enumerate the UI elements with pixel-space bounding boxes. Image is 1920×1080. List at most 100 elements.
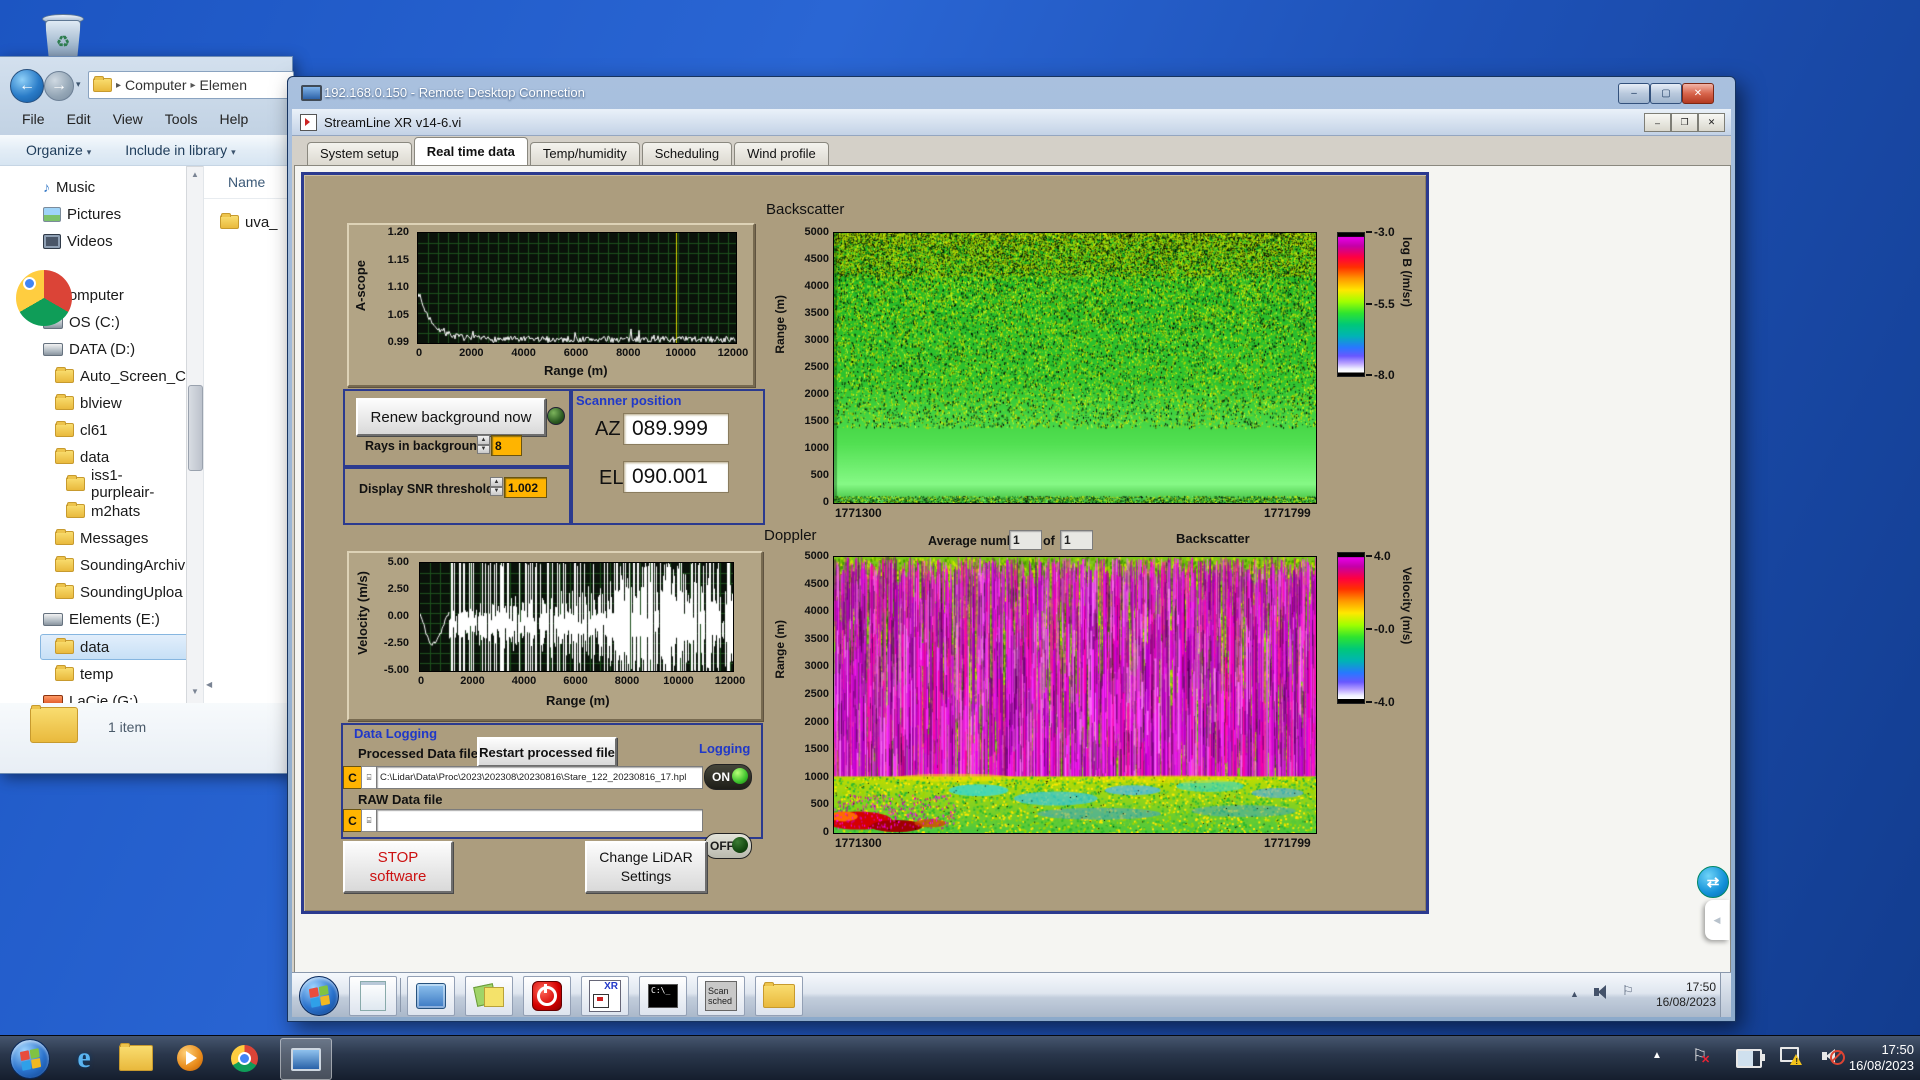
history-dropdown-icon[interactable]: ▾ (76, 79, 81, 90)
doppler-heatmap-canvas[interactable] (833, 556, 1317, 834)
taskbar-scan-sched-button[interactable]: Scan sched (697, 976, 745, 1016)
tree-item-videos[interactable]: Videos (43, 229, 113, 253)
rays-value[interactable]: 8 (491, 435, 522, 456)
raw-path-field[interactable] (376, 809, 703, 832)
snr-value[interactable]: 1.002 (504, 477, 547, 498)
browse-icon[interactable]: ⌸ (361, 766, 377, 789)
tree-item-data-d[interactable]: DATA (D:) (43, 337, 135, 361)
remote-start-button[interactable] (299, 976, 339, 1016)
breadcrumb-elements[interactable]: Elemen (200, 77, 247, 93)
taskbar-wmp-button[interactable] (170, 1038, 210, 1078)
taskbar-shutdown-button[interactable] (523, 976, 571, 1016)
breadcrumb[interactable]: ▸ Computer ▸ Elemen (88, 71, 294, 99)
tree-item-data-selected[interactable]: data (40, 634, 186, 660)
taskbar-notepad-button[interactable] (349, 976, 397, 1016)
az-value[interactable]: 089.999 (623, 413, 729, 445)
action-center-flag-icon[interactable]: ⚐ ✕ (1692, 1046, 1712, 1066)
tree-item-elements-e[interactable]: Elements (E:) (43, 607, 160, 631)
teamviewer-panel[interactable]: ⇄ ◀ (1697, 866, 1729, 940)
taskbar-labview-xr-button[interactable]: XR (581, 976, 629, 1016)
teamviewer-icon[interactable]: ⇄ (1697, 866, 1729, 898)
tray-expand-icon[interactable]: ▲ (1652, 1050, 1662, 1061)
file-item-uva[interactable]: uva_ (220, 210, 278, 234)
tree-item-soundingupload[interactable]: SoundingUploa (55, 580, 183, 604)
tab-system-setup[interactable]: System setup (307, 142, 412, 165)
tree-item-auto-screen[interactable]: Auto_Screen_Ca (55, 364, 186, 388)
processed-path-field[interactable]: C:\Lidar\Data\Proc\2023\202308\20230816\… (376, 766, 703, 789)
taskbar-chrome-button[interactable] (224, 1038, 264, 1078)
vi-restore-button[interactable]: ❐ (1671, 113, 1698, 132)
tree-item-cl61[interactable]: cl61 (55, 418, 108, 442)
tree-item-lacie-g[interactable]: LaCie (G:) (43, 689, 138, 703)
scroll-up-icon[interactable]: ▲ (191, 170, 199, 179)
action-center-flag-icon[interactable]: ⚐ (1622, 983, 1634, 999)
average-of-value[interactable]: 1 (1060, 530, 1093, 550)
tree-item-iss1-purpleair[interactable]: iss1-purpleair- (66, 467, 186, 501)
vi-title-bar[interactable]: StreamLine XR v14-6.vi – ❐ ✕ (292, 109, 1731, 136)
vi-close-button[interactable]: ✕ (1698, 113, 1725, 132)
back-button[interactable]: ← (10, 69, 44, 103)
browse-icon[interactable]: ⌸ (361, 809, 377, 832)
velocity-plot-canvas[interactable] (419, 562, 734, 672)
rdp-close-button[interactable]: ✕ (1682, 83, 1714, 104)
organize-button[interactable]: Organize ▾ (26, 142, 91, 158)
show-desktop-button[interactable] (1720, 973, 1731, 1017)
restart-processed-button[interactable]: Restart processed file (477, 737, 617, 767)
remote-clock[interactable]: 17:50 16/08/2023 (1644, 980, 1716, 1010)
scroll-down-icon[interactable]: ▼ (191, 687, 199, 696)
scrollbar-thumb[interactable] (188, 385, 203, 471)
volume-icon[interactable] (1594, 985, 1608, 999)
tree-item-data[interactable]: data (55, 445, 109, 469)
taskbar-system-button[interactable] (407, 976, 455, 1016)
breadcrumb-computer[interactable]: Computer (125, 77, 186, 93)
rdp-maximize-button[interactable]: ▢ (1650, 83, 1682, 104)
tree-item-m2hats[interactable]: m2hats (66, 499, 140, 523)
backscatter-heatmap-canvas[interactable] (833, 232, 1317, 504)
taskbar-sticky-notes-button[interactable] (465, 976, 513, 1016)
rays-spinner[interactable]: ▲ ▼ (477, 435, 490, 454)
tab-real-time-data[interactable]: Real time data (413, 137, 528, 165)
rdp-minimize-button[interactable]: – (1618, 83, 1650, 104)
drive-letter-box[interactable]: C (343, 809, 362, 832)
tree-item-blview[interactable]: blview (55, 391, 122, 415)
include-in-library-button[interactable]: Include in library ▾ (125, 142, 235, 158)
el-value[interactable]: 090.001 (623, 461, 729, 493)
tree-item-soundingarchive[interactable]: SoundingArchiv (55, 553, 185, 577)
change-lidar-settings-button[interactable]: Change LiDAR Settings (585, 841, 707, 893)
stop-software-button[interactable]: STOP software (343, 841, 453, 893)
processed-logging-toggle[interactable]: ON (704, 764, 752, 790)
rdp-title-bar[interactable]: 192.168.0.150 - Remote Desktop Connectio… (288, 77, 1735, 109)
tab-wind-profile[interactable]: Wind profile (734, 142, 829, 165)
menu-tools[interactable]: Tools (165, 111, 198, 127)
average-number-value[interactable]: 1 (1009, 530, 1042, 550)
tree-item-messages[interactable]: Messages (55, 526, 148, 550)
snr-spinner[interactable]: ▲ ▼ (490, 477, 503, 496)
taskbar-explorer-button[interactable] (116, 1038, 156, 1078)
volume-muted-icon[interactable] (1822, 1048, 1845, 1065)
renew-background-button[interactable]: Renew background now (356, 398, 546, 436)
menu-view[interactable]: View (113, 111, 143, 127)
tree-item-temp[interactable]: temp (55, 662, 113, 686)
taskbar-ie-button[interactable]: e (64, 1038, 104, 1078)
menu-file[interactable]: File (22, 111, 45, 127)
tree-item-music[interactable]: ♪ Music (43, 175, 95, 199)
battery-icon[interactable] (1736, 1049, 1765, 1068)
tab-temp-humidity[interactable]: Temp/humidity (529, 142, 640, 165)
tray-expand-icon[interactable]: ▲ (1570, 989, 1579, 999)
drive-letter-box[interactable]: C (343, 766, 362, 789)
taskbar-rdp-button-active[interactable] (280, 1038, 332, 1080)
hscroll-left-icon[interactable]: ◀ (206, 680, 212, 689)
network-icon[interactable]: ! (1780, 1047, 1802, 1066)
taskbar-explorer-button[interactable] (755, 976, 803, 1016)
menu-edit[interactable]: Edit (67, 111, 91, 127)
taskbar-cmd-button[interactable]: C:\_ (639, 976, 687, 1016)
chrome-logo-icon[interactable] (16, 270, 72, 326)
vi-minimize-button[interactable]: – (1644, 113, 1671, 132)
ascope-plot-canvas[interactable] (417, 232, 737, 344)
host-clock[interactable]: 17:50 16/08/2023 (1848, 1042, 1914, 1074)
tree-item-pictures[interactable]: Pictures (43, 202, 121, 226)
name-column-header[interactable]: Name (228, 174, 265, 190)
host-start-button[interactable] (10, 1039, 50, 1079)
teamviewer-tab-handle[interactable]: ◀ (1705, 900, 1729, 940)
tab-scheduling[interactable]: Scheduling (641, 142, 733, 165)
